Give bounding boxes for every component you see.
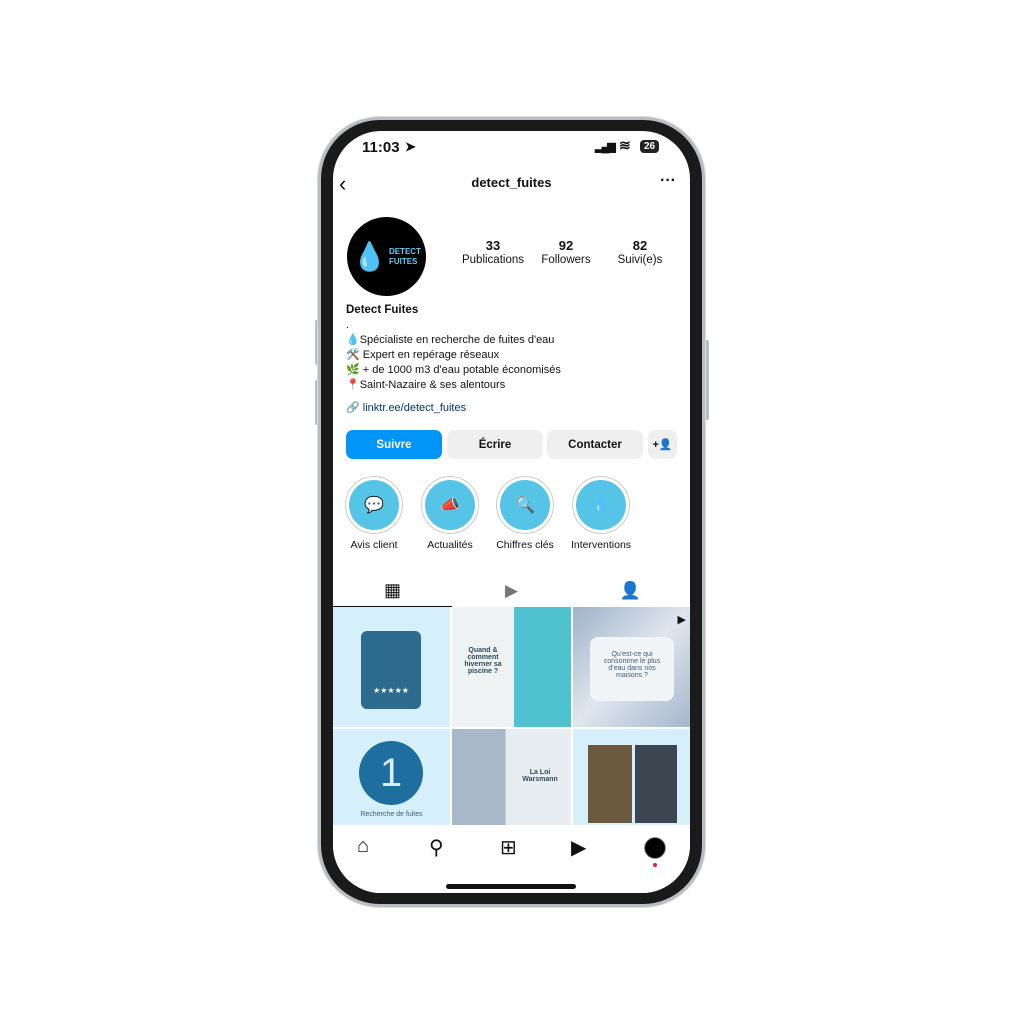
chat-icon: 💬 bbox=[349, 480, 399, 530]
clock: 11:03 bbox=[362, 139, 400, 156]
tab-tagged[interactable]: 👤 bbox=[571, 574, 690, 607]
drops-icon: 💧 bbox=[576, 480, 626, 530]
post-number: 1 bbox=[359, 741, 423, 805]
stars: ★★★★★ bbox=[361, 631, 421, 709]
highlight-chiffres-cles[interactable]: 🔍 bbox=[496, 476, 554, 534]
header-username: detect_fuites bbox=[471, 175, 552, 190]
chevron-left-icon[interactable]: ‹ bbox=[339, 171, 346, 197]
post-title: Recherche de fuites bbox=[360, 811, 423, 818]
post-tile[interactable]: Qu'est-ce qui consomme le plus d'eau dan… bbox=[573, 607, 690, 727]
bio-line: . bbox=[346, 319, 350, 331]
highlight-actualites[interactable]: 📣 bbox=[421, 476, 479, 534]
bio-line: 🛠️ Expert en repérage réseaux bbox=[346, 349, 500, 361]
location-arrow-icon: ➤ bbox=[405, 139, 416, 154]
create-icon[interactable]: ⊞ bbox=[500, 835, 517, 860]
ellipsis-icon[interactable]: ··· bbox=[660, 172, 676, 190]
avatar[interactable]: 💧 DETECT FUITES bbox=[347, 217, 426, 296]
reels-icon[interactable]: ▶ bbox=[571, 835, 586, 860]
tab-grid[interactable]: ▦ bbox=[333, 574, 452, 607]
reel-badge-icon: ▶ bbox=[677, 614, 686, 626]
stat-following[interactable]: 82 Suivi(e)s bbox=[600, 239, 680, 267]
megaphone-icon: 📣 bbox=[425, 480, 475, 530]
search-icon[interactable]: ⚲ bbox=[429, 835, 444, 860]
bio-line: 🌿 + de 1000 m3 d'eau potable économisés bbox=[346, 364, 561, 376]
magnifier-icon: 🔍 bbox=[500, 480, 550, 530]
battery-icon: 26 bbox=[640, 140, 660, 153]
highlight-label: Interventions bbox=[570, 539, 632, 551]
message-button[interactable]: Écrire bbox=[447, 430, 543, 459]
add-person-icon[interactable]: +👤 bbox=[648, 430, 677, 459]
post-tile[interactable]: La Loi Warsmann bbox=[452, 729, 571, 825]
home-icon[interactable]: ⌂ bbox=[357, 835, 369, 858]
reels-icon: ▶ bbox=[504, 580, 519, 600]
water-drop-logo-icon: 💧 bbox=[352, 241, 387, 272]
wifi-icon: ≋ bbox=[619, 137, 631, 153]
bio-line: 📍Saint-Nazaire & ses alentours bbox=[346, 379, 506, 391]
grid-icon: ▦ bbox=[383, 579, 401, 600]
follow-button[interactable]: Suivre bbox=[346, 430, 442, 459]
post-photo bbox=[635, 745, 677, 823]
phone-screen: 11:03 ➤ ▂▄▆ ≋ 26 ‹ detect_fuites ··· 💧 D… bbox=[333, 131, 690, 893]
post-title: Qu'est-ce qui consomme le plus d'eau dan… bbox=[590, 637, 674, 701]
post-tile[interactable]: Quand & comment hiverner sa piscine ? bbox=[452, 607, 571, 727]
tagged-person-icon: 👤 bbox=[619, 580, 642, 600]
home-indicator[interactable] bbox=[446, 884, 576, 889]
tab-reels[interactable]: ▶ bbox=[452, 574, 571, 607]
post-tile[interactable]: ★★★★★ bbox=[333, 607, 450, 727]
status-bar: 11:03 ➤ ▂▄▆ ≋ 26 bbox=[333, 137, 690, 159]
signal-icon: ▂▄▆ bbox=[595, 141, 616, 153]
contact-button[interactable]: Contacter bbox=[547, 430, 643, 459]
post-tile[interactable]: 1 Recherche de fuites bbox=[333, 729, 450, 825]
link-icon: 🔗 bbox=[346, 402, 360, 414]
bio-line: 💧Spécialiste en recherche de fuites d'ea… bbox=[346, 334, 555, 346]
profile-header: ‹ detect_fuites ··· bbox=[333, 171, 690, 199]
stat-followers[interactable]: 92 Followers bbox=[526, 239, 606, 267]
bio: Detect Fuites . 💧Spécialiste en recherch… bbox=[346, 303, 561, 416]
profile-link[interactable]: 🔗 linktr.ee/detect_fuites bbox=[346, 401, 561, 416]
post-title: Quand & comment hiverner sa piscine ? bbox=[464, 647, 502, 675]
highlight-interventions[interactable]: 💧 bbox=[572, 476, 630, 534]
post-title: La Loi Warsmann bbox=[522, 769, 558, 783]
stat-publications[interactable]: 33 Publications bbox=[453, 239, 533, 267]
power-button bbox=[705, 340, 709, 420]
highlight-avis-client[interactable]: 💬 bbox=[345, 476, 403, 534]
notification-dot bbox=[653, 863, 657, 867]
bottom-nav: ⌂ ⚲ ⊞ ▶ bbox=[333, 825, 690, 893]
post-tile[interactable] bbox=[573, 729, 690, 825]
post-photo bbox=[588, 745, 632, 823]
logo-text: DETECT FUITES bbox=[388, 246, 421, 266]
profile-avatar-icon[interactable] bbox=[644, 837, 666, 859]
profile-name: Detect Fuites bbox=[346, 304, 419, 316]
